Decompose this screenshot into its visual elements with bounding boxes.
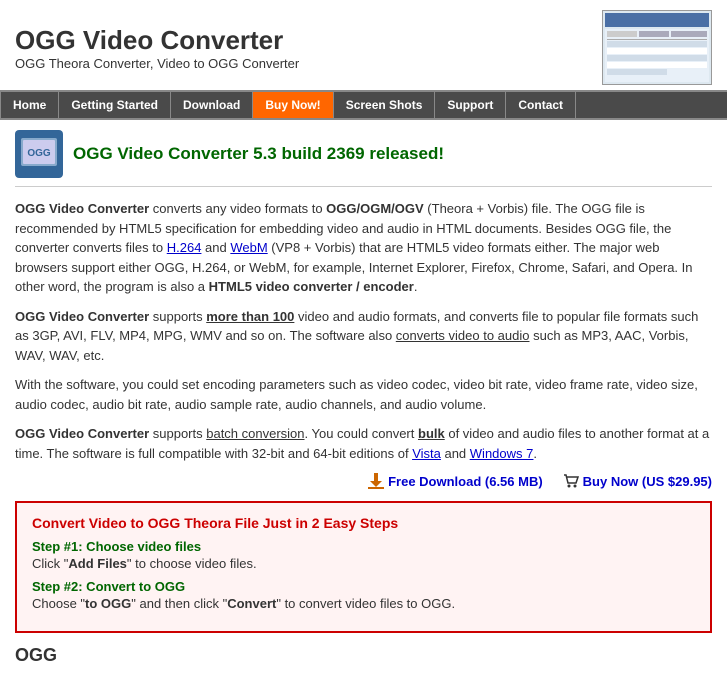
para4-brand: OGG Video Converter [15, 426, 149, 441]
nav-screenshots[interactable]: Screen Shots [334, 92, 436, 118]
easy-steps-box: Convert Video to OGG Theora File Just in… [15, 501, 712, 633]
para4-batch: batch conversion [206, 426, 304, 441]
para1-webm-link[interactable]: WebM [230, 240, 267, 255]
para2-more-100: more than 100 [206, 309, 294, 324]
para2-brand: OGG Video Converter [15, 309, 149, 324]
site-title: OGG Video Converter [15, 25, 299, 56]
para1-html5: HTML5 video converter / encoder [209, 279, 414, 294]
content-para4: OGG Video Converter supports batch conve… [15, 424, 712, 463]
release-bar: OGG OGG Video Converter 5.3 build 2369 r… [15, 130, 712, 187]
screenshot-thumbnail [602, 10, 712, 85]
para4-win7-link[interactable]: Windows 7 [470, 446, 534, 461]
step2-desc: Choose "to OGG" and then click "Convert"… [32, 596, 695, 611]
buy-now-link[interactable]: Buy Now (US $29.95) [563, 473, 712, 489]
step2-title: Step #2: Convert to OGG [32, 579, 695, 594]
ogg-section-title: OGG [15, 645, 712, 666]
nav-download[interactable]: Download [171, 92, 253, 118]
step2-convert: Convert [227, 596, 276, 611]
content-para3: With the software, you could set encodin… [15, 375, 712, 414]
ogg-section: OGG [15, 645, 712, 666]
para1-h264-link[interactable]: H.264 [167, 240, 202, 255]
nav-buy-now[interactable]: Buy Now! [253, 92, 333, 118]
buy-now-label: Buy Now (US $29.95) [583, 474, 712, 489]
step1-title: Step #1: Choose video files [32, 539, 695, 554]
nav-contact[interactable]: Contact [506, 92, 576, 118]
para2-converts-audio: converts video to audio [396, 328, 530, 343]
para1-brand: OGG Video Converter [15, 201, 149, 216]
para4-vista-link[interactable]: Vista [412, 446, 441, 461]
main-content: OGG OGG Video Converter 5.3 build 2369 r… [0, 120, 727, 676]
svg-text:OGG: OGG [27, 148, 51, 159]
release-icon: OGG [15, 130, 63, 178]
step1-add-files: Add Files [68, 556, 127, 571]
header-text: OGG Video Converter OGG Theora Converter… [15, 25, 299, 71]
para4-bulk: bulk [418, 426, 445, 441]
free-download-label: Free Download (6.56 MB) [388, 474, 543, 489]
download-icon [368, 473, 384, 489]
main-nav: Home Getting Started Download Buy Now! S… [0, 90, 727, 120]
nav-getting-started[interactable]: Getting Started [59, 92, 171, 118]
page-header: OGG Video Converter OGG Theora Converter… [0, 0, 727, 90]
step1-desc: Click "Add Files" to choose video files. [32, 556, 695, 571]
step2-to-ogg: to OGG [85, 596, 131, 611]
site-subtitle: OGG Theora Converter, Video to OGG Conve… [15, 56, 299, 71]
release-title: OGG Video Converter 5.3 build 2369 relea… [73, 144, 444, 164]
para1-formats: OGG/OGM/OGV [326, 201, 424, 216]
free-download-link[interactable]: Free Download (6.56 MB) [368, 473, 543, 489]
content-para2: OGG Video Converter supports more than 1… [15, 307, 712, 366]
easy-steps-heading: Convert Video to OGG Theora File Just in… [32, 515, 695, 531]
download-links: Free Download (6.56 MB) Buy Now (US $29.… [15, 473, 712, 489]
nav-support[interactable]: Support [435, 92, 506, 118]
content-para1: OGG Video Converter converts any video f… [15, 199, 712, 297]
cart-icon [563, 473, 579, 489]
nav-home[interactable]: Home [0, 92, 59, 118]
